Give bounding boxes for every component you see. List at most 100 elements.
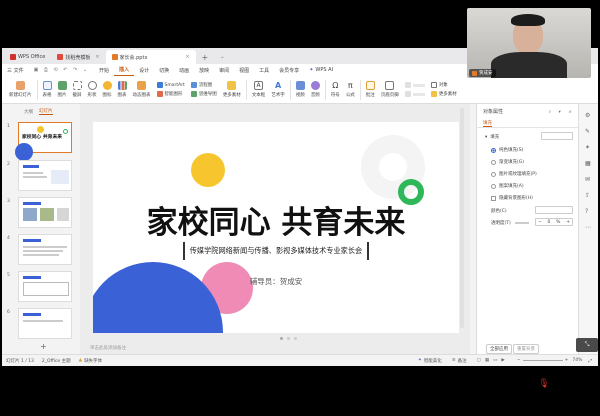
art-text-button[interactable]: A 艺术字 [271, 81, 285, 98]
menu-slideshow[interactable]: 放映 [194, 64, 214, 76]
slide-thumbnail-6[interactable] [18, 308, 72, 339]
more-material2-button[interactable]: 更多素材 [430, 91, 457, 97]
tab-template[interactable]: 找稻壳模板 × [51, 50, 105, 64]
layout-icon[interactable]: ▦ [585, 160, 591, 167]
fill-option-gradient[interactable]: 渐变填充(G) [491, 159, 524, 165]
thumb-image [57, 208, 69, 221]
missing-font[interactable]: 缺失字体 [84, 358, 102, 364]
close-icon[interactable]: × [185, 54, 189, 60]
fill-section-header[interactable]: ▾ 填充 [485, 134, 499, 141]
help-icon[interactable]: ? [585, 208, 588, 215]
more-material-button[interactable]: 更多素材 [223, 81, 241, 98]
fit-window-icon[interactable]: ⤢ [588, 358, 592, 364]
new-slide-button[interactable]: 新建幻灯片 [9, 81, 32, 98]
more-icon[interactable]: ⋯ [585, 224, 591, 231]
disabled-icon [404, 91, 411, 97]
mindmap-button[interactable]: 思维导图 [190, 91, 217, 97]
page-dot[interactable] [294, 337, 297, 340]
smart-beauty-button[interactable]: 智能美化 [424, 358, 442, 364]
textbox-button[interactable]: A 文本框 [252, 81, 265, 98]
menu-view[interactable]: 视图 [234, 64, 254, 76]
button-label: 截屏 [72, 93, 82, 98]
menu-transition[interactable]: 切换 [154, 64, 174, 76]
slide-canvas: 家校同心 共育未来 传媒学院网络新闻与传播、影视多媒体技术专业家长会 辅导员：贺… [80, 104, 470, 354]
annotation-button[interactable]: 批注 [365, 81, 375, 98]
smartart-button[interactable]: SmartArt [156, 82, 185, 88]
reset-background-button[interactable]: 重置背景 [513, 344, 539, 354]
video-button[interactable]: 视频 [295, 81, 305, 98]
vertical-scrollbar[interactable] [460, 108, 464, 328]
menu-insert[interactable]: 插入 [114, 64, 135, 76]
zoom-slider[interactable] [522, 359, 563, 362]
menu-home[interactable]: 开始 [94, 64, 114, 76]
divider [359, 79, 361, 100]
close-icon[interactable]: × [95, 54, 99, 60]
comment-icon[interactable]: ✉ [585, 176, 590, 183]
dynamic-chart-button[interactable]: 动态图表 [133, 81, 151, 98]
tab-list-icon[interactable]: ⌄ [214, 50, 230, 64]
tab-document[interactable]: 家长会.pptx × [105, 50, 196, 64]
fill-option-picture[interactable]: 图片或纹理填充(P) [491, 171, 537, 177]
properties-icon[interactable]: ⚙ [585, 112, 590, 119]
apply-all-button[interactable]: 全部应用 [486, 344, 512, 354]
slide-thumbnail-2[interactable] [18, 160, 72, 191]
pptx-icon [111, 54, 118, 60]
menu-animation[interactable]: 动画 [174, 64, 194, 76]
formula-button[interactable]: π 公式 [346, 81, 355, 98]
new-tab-button[interactable]: + [196, 50, 215, 64]
transparency-input[interactable]: − 0 % + [535, 218, 573, 226]
fill-dropdown[interactable] [541, 132, 573, 140]
share-icon[interactable]: ⇪ [585, 192, 590, 199]
view-mode-icons[interactable]: ▢▦▭▶ [477, 358, 509, 363]
zoom-out-button[interactable]: − [517, 358, 521, 363]
stepper-plus[interactable]: + [566, 220, 570, 225]
slide-thumbnail-1[interactable]: 家校同心 共育未来 [15, 122, 72, 161]
slide-1[interactable]: 家校同心 共育未来 传媒学院网络新闻与传播、影视多媒体技术专业家长会 辅导员：贺… [93, 122, 459, 333]
notes-placeholder[interactable]: 单击此处添加备注 [90, 345, 126, 351]
tab-fill[interactable]: 填充 [483, 120, 492, 127]
page-dot[interactable] [287, 337, 290, 340]
menu-tools[interactable]: 工具 [254, 64, 274, 76]
stepper-minus[interactable]: − [538, 220, 542, 225]
menu-design[interactable]: 设计 [134, 64, 154, 76]
chart-button[interactable]: 图表 [117, 81, 127, 98]
audio-button[interactable]: 音频 [310, 81, 320, 98]
tab-outline[interactable]: 大纲 [24, 109, 33, 115]
slide-thumbnail-5[interactable] [18, 271, 72, 302]
picture-button[interactable]: 图片 [57, 81, 67, 98]
pane-controls-icon[interactable]: ⌕ ▾ × [549, 109, 575, 115]
quick-access-icons[interactable]: ▣ ⎙ ⟲ ↶ ↷ ⌄ [29, 64, 94, 76]
disabled-button [404, 91, 425, 97]
screen-tool-icon[interactable]: ⤡ [576, 338, 598, 352]
tab-slides[interactable]: 幻灯片 [39, 108, 53, 115]
zoom-in-button[interactable]: + [565, 358, 569, 363]
smart-shape-button[interactable]: 智能图形 [156, 91, 185, 97]
icon-button[interactable]: 图标 [102, 81, 112, 98]
hide-background-checkbox[interactable]: 隐藏背景图形(H) [491, 195, 533, 201]
flowchart-button[interactable]: 流程图 [190, 82, 217, 88]
add-slide-button[interactable]: + [40, 342, 47, 351]
slide-thumbnail-4[interactable] [18, 234, 72, 265]
header-footer-button[interactable]: 页眉页脚 [381, 81, 399, 98]
menu-wps-ai[interactable]: ✦ WPS AI [304, 64, 338, 76]
page-dot[interactable] [280, 337, 283, 340]
symbol-button[interactable]: Ω 符号 [331, 81, 340, 98]
table-button[interactable]: 表格 [42, 81, 52, 98]
notes-button[interactable]: 备注 [458, 358, 467, 364]
slide-thumbnail-3[interactable] [18, 197, 72, 228]
style-icon[interactable]: ✎ [585, 128, 590, 135]
microphone-muted-icon[interactable]: 🎙 [536, 376, 552, 392]
fill-option-solid[interactable]: 纯色填充(S) [491, 147, 523, 153]
object-button[interactable]: 对象 [430, 82, 457, 88]
screenshot-button[interactable]: 截屏 [72, 81, 82, 98]
menu-review[interactable]: 审阅 [214, 64, 234, 76]
color-picker[interactable] [535, 206, 573, 214]
animation-icon[interactable]: ✶ [585, 144, 590, 151]
shape-button[interactable]: 形状 [87, 81, 97, 98]
thumb-heading [23, 276, 41, 279]
menu-file[interactable]: 三 文件 [2, 64, 29, 76]
menu-member[interactable]: 会员专享 [274, 64, 304, 76]
tab-wps-office[interactable]: WPS Office [4, 50, 51, 64]
fill-option-pattern[interactable]: 图案填充(A) [491, 183, 524, 189]
transparency-slider[interactable] [515, 222, 529, 224]
